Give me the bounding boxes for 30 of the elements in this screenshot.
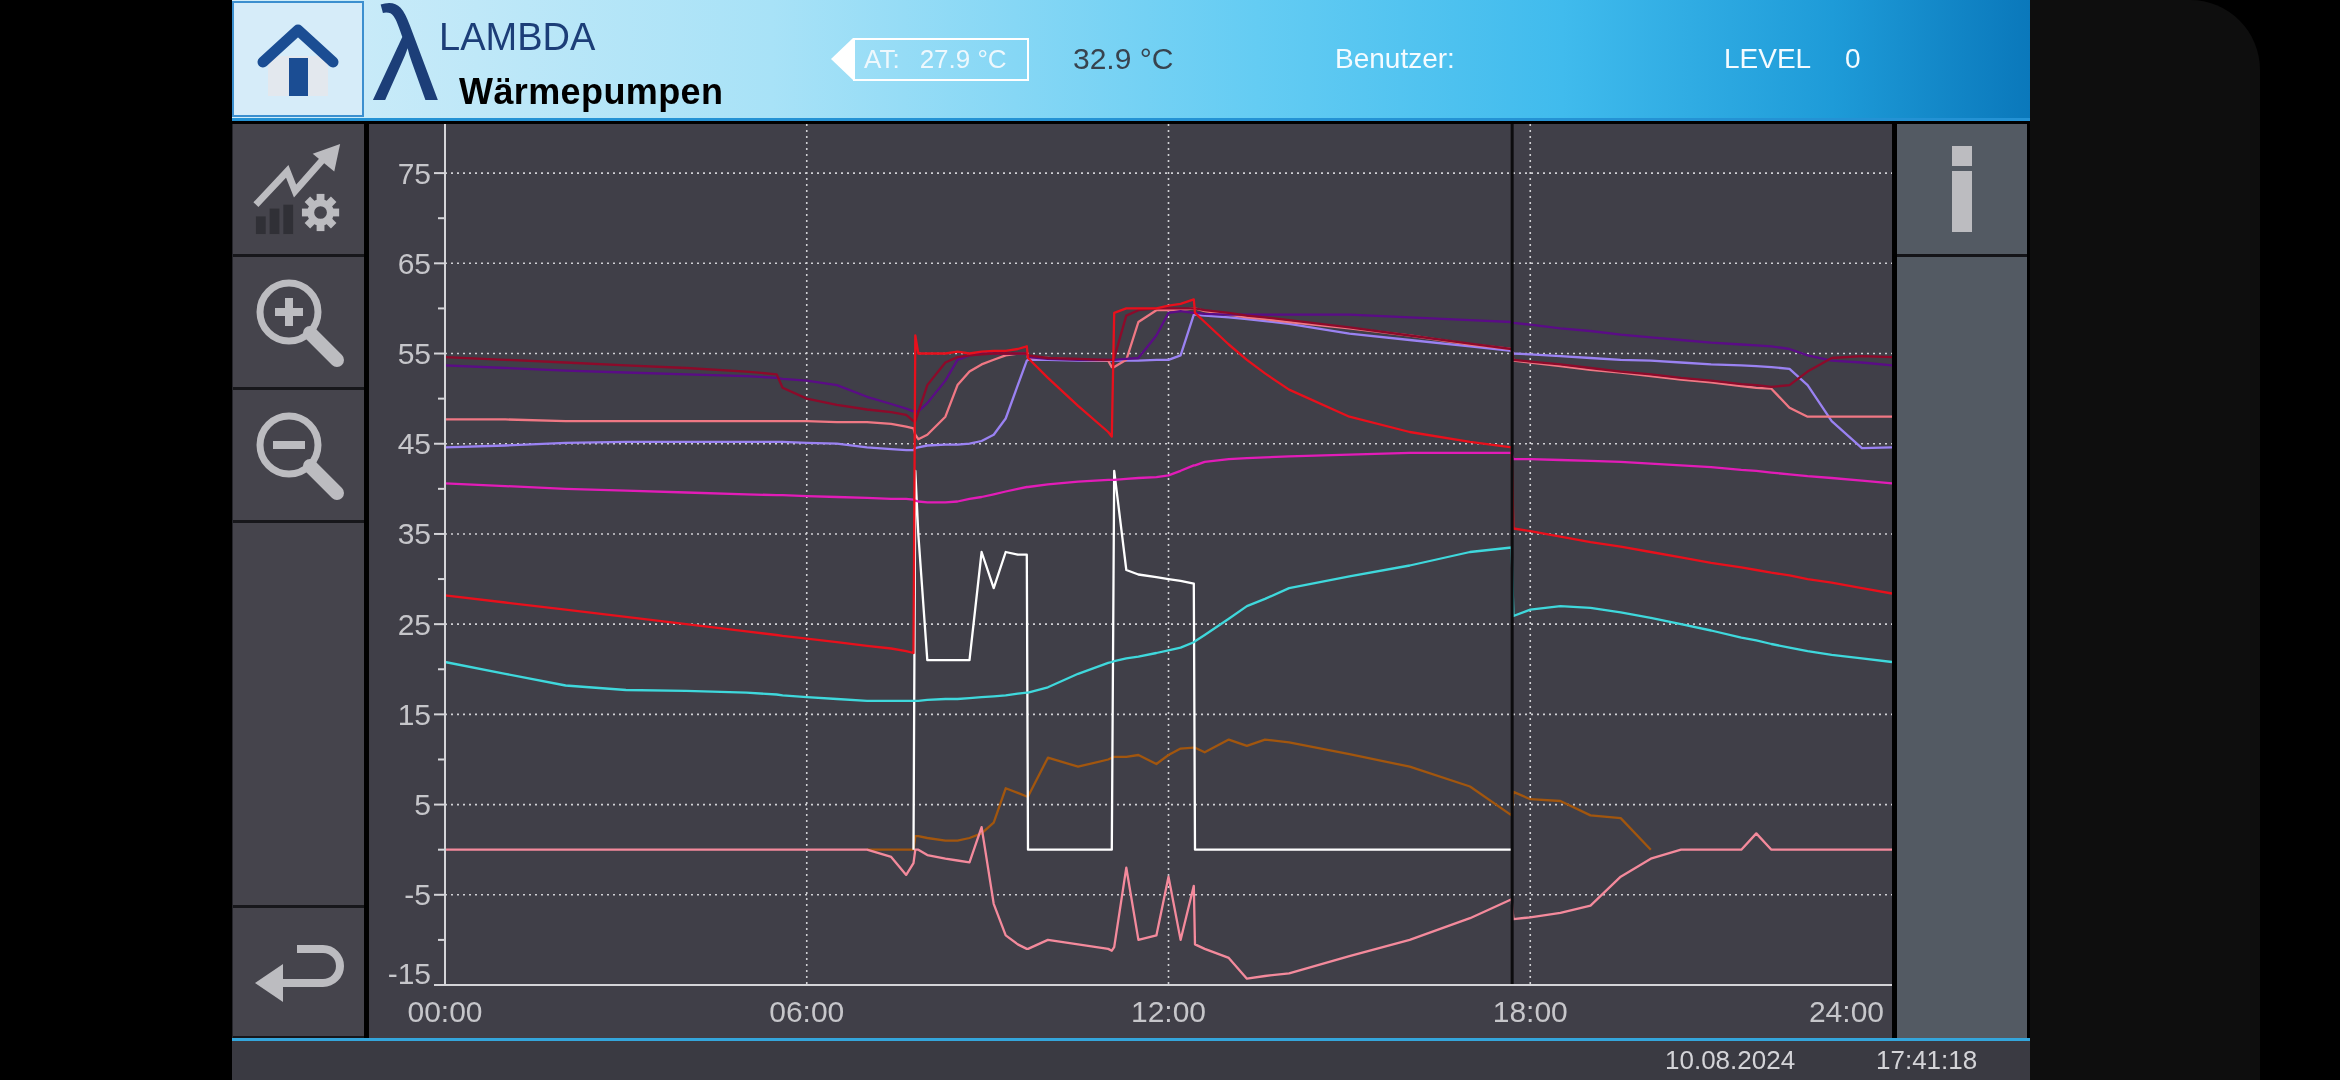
x-tick-label: 00:00 bbox=[407, 995, 483, 1028]
level-label: LEVEL bbox=[1724, 43, 1812, 75]
home-button[interactable] bbox=[232, 1, 364, 117]
y-tick-label: -15 bbox=[387, 956, 431, 990]
status-date: 10.08.2024 bbox=[1665, 1045, 1796, 1075]
back-button[interactable] bbox=[233, 905, 364, 1038]
y-tick-label: 35 bbox=[397, 517, 431, 551]
x-tick-label: 18:00 bbox=[1492, 995, 1568, 1028]
y-tick-label: -5 bbox=[404, 878, 431, 912]
x-tick-label: 06:00 bbox=[769, 995, 845, 1028]
logo-brand: LAMBDA bbox=[439, 18, 596, 56]
y-tick-label: 75 bbox=[397, 156, 431, 190]
readout-value: 27.9 °C bbox=[919, 43, 1007, 75]
y-tick-label: 25 bbox=[397, 607, 431, 641]
y-tick-label: 15 bbox=[397, 697, 431, 731]
logo-symbol: λ bbox=[372, 0, 439, 105]
user-label: Benutzer: bbox=[1335, 43, 1455, 75]
readout-label: AT: bbox=[864, 43, 900, 75]
home-icon bbox=[256, 22, 340, 96]
y-tick-label: 45 bbox=[397, 427, 431, 461]
level-value: 0 bbox=[1845, 43, 1861, 75]
y-tick-label: 55 bbox=[397, 337, 431, 370]
logo-subtitle: Wärmepumpen bbox=[459, 73, 724, 111]
x-tick-label: 24:00 bbox=[1808, 995, 1884, 1028]
temperature-reading: 32.9 °C bbox=[1073, 42, 1174, 76]
info-icon bbox=[1952, 146, 1972, 232]
y-tick-label: 65 bbox=[397, 246, 431, 280]
y-tick-label: 5 bbox=[414, 788, 431, 822]
status-time: 17:41:18 bbox=[1876, 1045, 1978, 1076]
x-tick-label: 12:00 bbox=[1130, 995, 1207, 1028]
